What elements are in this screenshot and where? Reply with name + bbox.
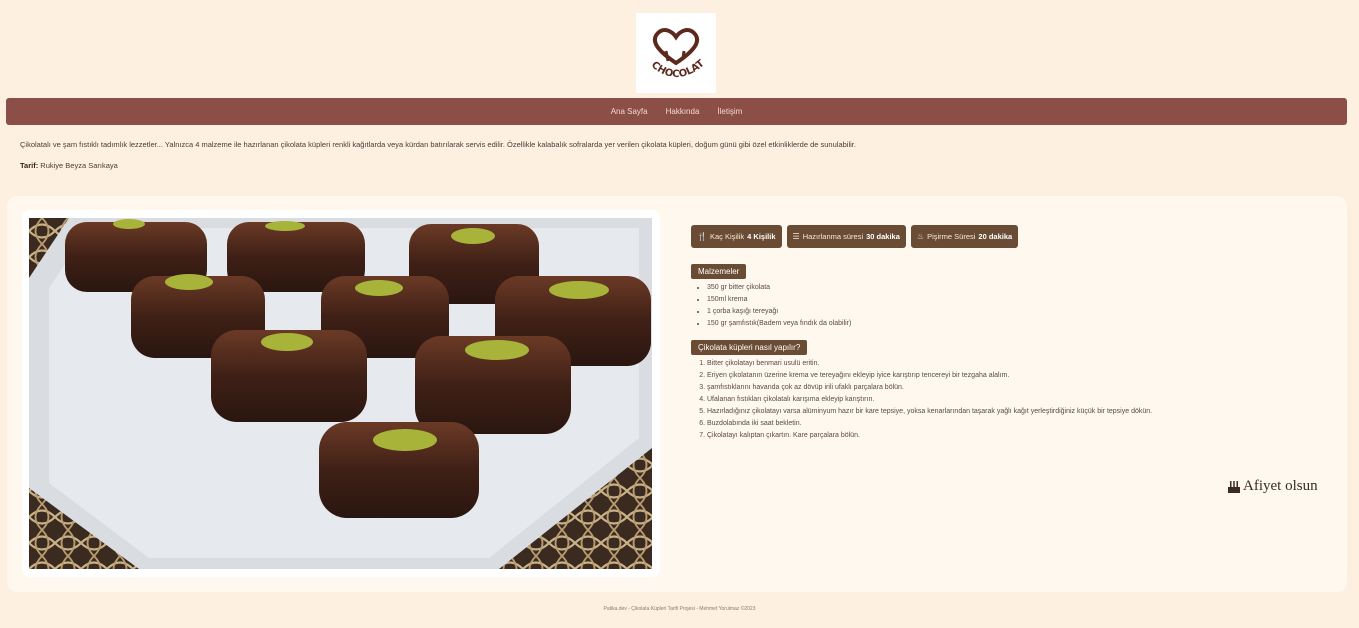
main-navbar: Ana Sayfa Hakkında İletişim bbox=[6, 98, 1347, 125]
ingredients-heading: Malzemeler bbox=[691, 264, 747, 279]
list-item: Buzdolabında iki saat bekletin. bbox=[707, 418, 1152, 430]
servings-badge: 🍴 Kaç Kişilik 4 Kişilik bbox=[691, 225, 782, 248]
closing-text: Afiyet olsun bbox=[1243, 478, 1318, 494]
list-item: Hazırladığınız çikolatayı varsa alüminyu… bbox=[707, 406, 1152, 418]
list-item: 1 çorba kaşığı tereyağı bbox=[707, 306, 851, 318]
list-item: Bitter çikolatayı benmari usulü eritin. bbox=[707, 358, 1152, 370]
page-footer: Patika.dev - Çikolata Küpleri Tarifi Pro… bbox=[603, 606, 756, 612]
heart-icon: CHOCOLATE bbox=[636, 13, 707, 80]
intro-text: Çikolatalı ve şam fıstıklı tadımlık lezz… bbox=[20, 140, 856, 149]
nav-home-link[interactable]: Ana Sayfa bbox=[611, 107, 648, 116]
list-item: 150 gr şamfıstık(Badem veya fındık da ol… bbox=[707, 318, 851, 330]
nav-contact-link[interactable]: İletişim bbox=[717, 107, 742, 116]
recipe-photo bbox=[29, 218, 652, 569]
layers-icon: ☰ bbox=[792, 232, 800, 241]
cook-time-value: 20 dakika bbox=[978, 232, 1013, 241]
list-item: 150ml krema bbox=[707, 294, 851, 306]
prep-time-label: Hazırlanma süresi bbox=[802, 232, 864, 241]
steps-list: Bitter çikolatayı benmari usulü eritin. … bbox=[691, 358, 1152, 442]
steps-heading: Çikolata küpleri nasıl yapılır? bbox=[691, 340, 808, 355]
nav-about-link[interactable]: Hakkında bbox=[666, 107, 700, 116]
list-item: 350 gr bitter çikolata bbox=[707, 282, 851, 294]
servings-label: Kaç Kişilik bbox=[709, 232, 745, 241]
list-item: Ufalanan fıstıkları çikolatalı karışıma … bbox=[707, 394, 1152, 406]
author-label: Tarif: bbox=[20, 161, 39, 170]
prep-time-value: 30 dakika bbox=[866, 232, 900, 241]
cook-time-badge: ♨ Pişirme Süresi 20 dakika bbox=[910, 225, 1019, 248]
recipe-info-badges: 🍴 Kaç Kişilik 4 Kişilik ☰ Hazırlanma sür… bbox=[691, 225, 1019, 248]
servings-value: 4 Kişilik bbox=[747, 232, 776, 241]
prep-time-badge: ☰ Hazırlanma süresi 30 dakika bbox=[786, 225, 906, 248]
recipe-author: Tarif: Rukiye Beyza Sarıkaya bbox=[20, 161, 118, 170]
list-item: şamfıstıklarını havanda çok az dövüp iri… bbox=[707, 382, 1152, 394]
birthday-cake-icon bbox=[1228, 480, 1240, 493]
cook-time-label: Pişirme Süresi bbox=[927, 232, 976, 241]
cake-icon: ♨ bbox=[916, 232, 925, 241]
list-item: Eriyen çikolatanın üzerine krema ve tere… bbox=[707, 370, 1152, 382]
author-name: Rukiye Beyza Sarıkaya bbox=[40, 161, 118, 170]
utensils-icon: 🍴 bbox=[697, 232, 707, 241]
ingredients-list: 350 gr bitter çikolata 150ml krema 1 çor… bbox=[691, 282, 851, 330]
closing-message: Afiyet olsun bbox=[1227, 478, 1318, 495]
list-item: Çikolatayı kalıptan çıkartın. Kare parça… bbox=[707, 430, 1152, 442]
site-logo[interactable]: CHOCOLATE bbox=[636, 13, 716, 93]
